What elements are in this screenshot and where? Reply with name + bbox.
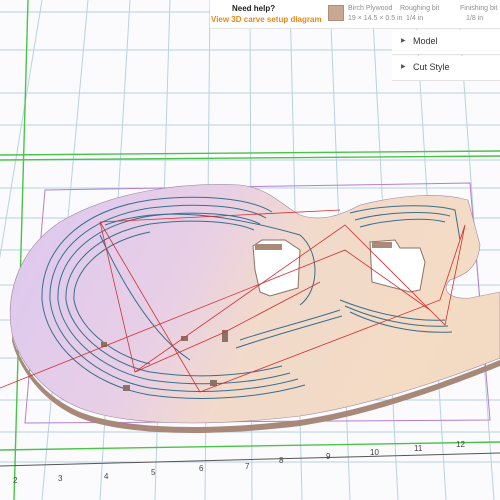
x-tick-label: 12 (456, 440, 465, 449)
model-panel-toggle[interactable]: ▶ Model (392, 30, 500, 55)
x-tick-label: 3 (58, 474, 63, 483)
model-panel-label: Model (413, 36, 438, 46)
x-tick-label: 8 (279, 456, 284, 465)
help-title: Need help? (232, 4, 276, 13)
roughing-bit-value[interactable]: 1/4 in (406, 15, 423, 22)
finishing-bit-label: Finishing bit (460, 5, 498, 12)
x-tick-label: 6 (199, 464, 204, 473)
finishing-bit-value[interactable]: 1/8 in (466, 15, 483, 22)
material-dimensions: 19 × 14.5 × 0.5 in (348, 15, 403, 22)
x-tick-label: 10 (370, 448, 379, 457)
workpiece-top (9, 184, 500, 424)
material-name: Birch Plywood (348, 5, 393, 12)
material-swatch[interactable] (328, 5, 344, 21)
chevron-right-icon: ▶ (401, 38, 406, 44)
cut-style-panel-toggle[interactable]: ▶ Cut Style (392, 56, 500, 81)
x-axis-line (0, 452, 500, 467)
roughing-bit-label: Roughing bit (400, 5, 440, 12)
x-tick-label: 4 (104, 472, 109, 481)
x-tick-label: 11 (414, 444, 423, 453)
x-tick-label: 5 (151, 468, 156, 477)
x-tick-label: 7 (245, 462, 250, 471)
x-tick-label: 2 (13, 476, 18, 485)
cut-style-panel-label: Cut Style (413, 62, 450, 72)
chevron-right-icon: ▶ (401, 64, 406, 70)
x-tick-label: 9 (326, 452, 331, 461)
setup-diagram-link[interactable]: View 3D carve setup diagram (211, 15, 322, 24)
